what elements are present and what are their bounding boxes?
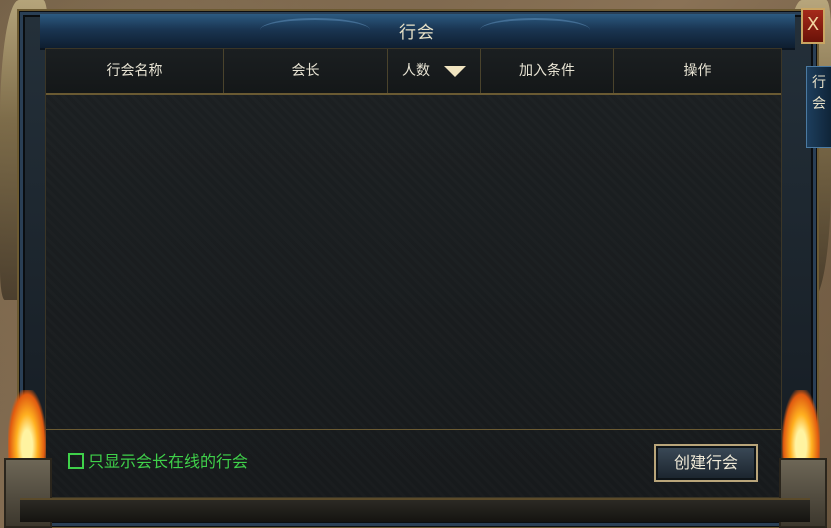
create-guild-button[interactable]: 创建行会 (654, 444, 758, 482)
column-leader[interactable]: 会长 (224, 49, 388, 93)
column-action[interactable]: 操作 (614, 49, 781, 93)
game-window-root: 行会 X 行会 行会名称 会长 人数 加入条件 操作 只显示会长在线的行会 创建… (0, 0, 831, 528)
table-header: 行会名称 会长 人数 加入条件 操作 (46, 49, 781, 95)
column-members-label: 人数 (402, 63, 430, 79)
sort-down-icon (444, 65, 466, 77)
close-button[interactable]: X (801, 8, 825, 44)
title-ornament-left (260, 18, 370, 42)
bottom-frame-bar (20, 498, 810, 522)
column-join-condition[interactable]: 加入条件 (481, 49, 614, 93)
online-leader-checkbox[interactable] (68, 453, 84, 469)
title-ornament-right (480, 18, 590, 42)
window-title: 行会 (399, 23, 435, 43)
right-flame-decoration (782, 390, 820, 460)
column-members[interactable]: 人数 (388, 49, 481, 93)
online-leader-filter[interactable]: 只显示会长在线的行会 (68, 451, 248, 473)
online-leader-filter-label: 只显示会长在线的行会 (88, 452, 249, 471)
close-icon: X (806, 14, 820, 35)
left-flame-decoration (8, 390, 46, 460)
footer-divider (46, 429, 781, 430)
tab-guild[interactable]: 行会 (806, 66, 831, 148)
column-guild-name[interactable]: 行会名称 (46, 49, 224, 93)
guild-list[interactable] (46, 95, 781, 429)
guild-list-panel: 行会名称 会长 人数 加入条件 操作 只显示会长在线的行会 创建行会 (45, 48, 782, 498)
